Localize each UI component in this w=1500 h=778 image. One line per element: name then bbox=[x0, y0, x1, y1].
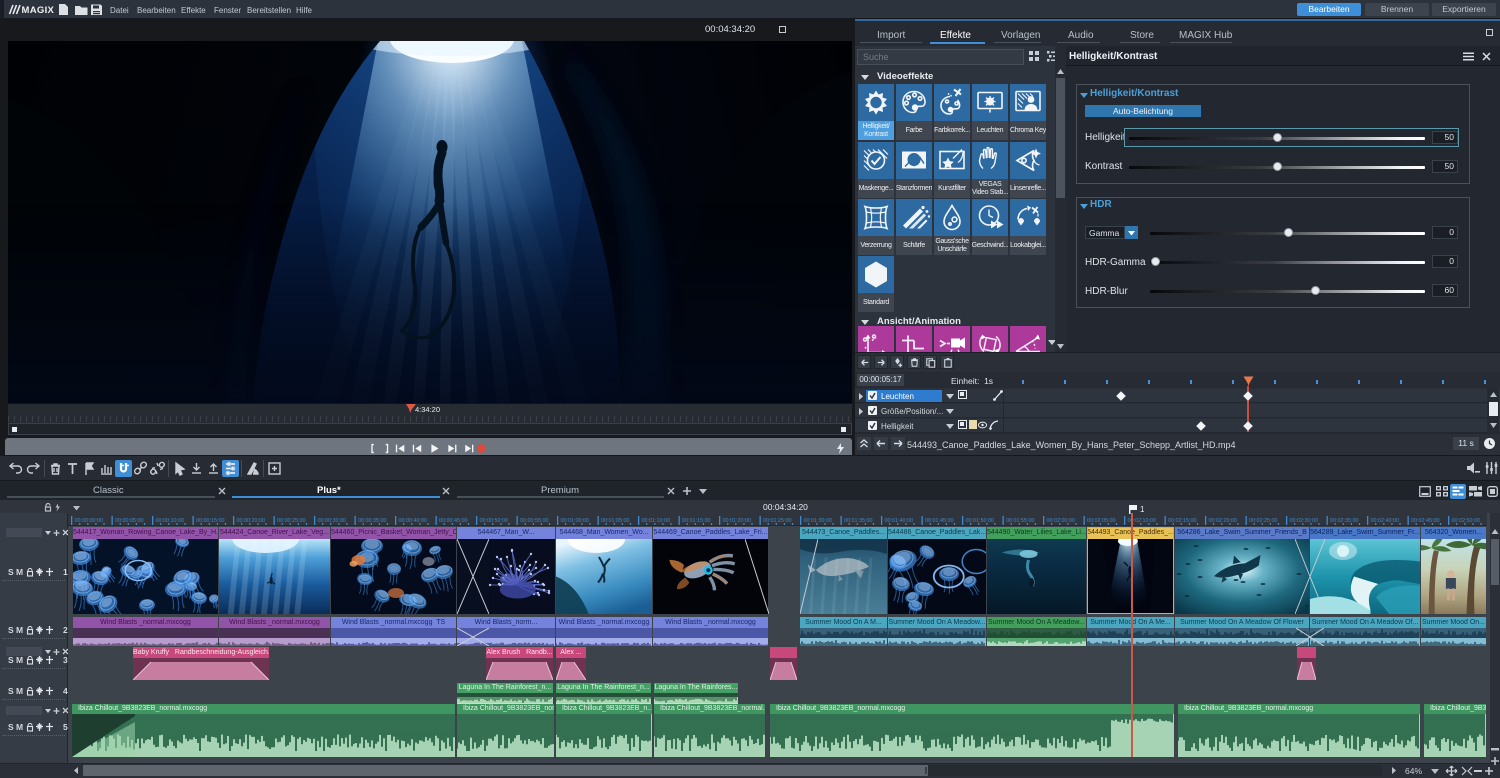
svg-text:00:01:00:00: 00:01:00:00 bbox=[561, 518, 589, 524]
svg-text:00:02:35:00: 00:02:35:00 bbox=[1330, 518, 1358, 524]
svg-text:00:00:35:00: 00:00:35:00 bbox=[358, 518, 386, 524]
svg-text:S: S bbox=[8, 686, 14, 696]
svg-text:00:01:30:00: 00:01:30:00 bbox=[804, 518, 832, 524]
svg-text:5: 5 bbox=[63, 722, 68, 732]
svg-text:00:00:10:00: 00:00:10:00 bbox=[156, 518, 184, 524]
svg-text:00:00:45:00: 00:00:45:00 bbox=[439, 518, 467, 524]
svg-text:00:00:50:00: 00:00:50:00 bbox=[480, 518, 508, 524]
svg-text:00:01:50:00: 00:01:50:00 bbox=[966, 518, 994, 524]
svg-text:00:02:00:00: 00:02:00:00 bbox=[1047, 518, 1075, 524]
svg-text:1: 1 bbox=[1140, 505, 1145, 514]
svg-text:2: 2 bbox=[63, 625, 68, 635]
svg-text:00:02:40:00: 00:02:40:00 bbox=[1371, 518, 1399, 524]
svg-text:M: M bbox=[16, 567, 23, 577]
svg-text:00:02:15:00: 00:02:15:00 bbox=[1168, 518, 1196, 524]
svg-text:00:00:00:00: 00:00:00:00 bbox=[75, 518, 103, 524]
svg-text:M: M bbox=[16, 686, 23, 696]
svg-text:00:01:40:00: 00:01:40:00 bbox=[885, 518, 913, 524]
svg-text:00:01:05:00: 00:01:05:00 bbox=[601, 518, 629, 524]
svg-text:00:00:25:00: 00:00:25:00 bbox=[277, 518, 305, 524]
svg-text:3: 3 bbox=[63, 655, 68, 665]
svg-text:00:00:05:00: 00:00:05:00 bbox=[115, 518, 143, 524]
svg-text:00:01:35:00: 00:01:35:00 bbox=[844, 518, 872, 524]
svg-text:00:01:45:00: 00:01:45:00 bbox=[925, 518, 953, 524]
svg-text:00:02:25:00: 00:02:25:00 bbox=[1249, 518, 1277, 524]
svg-text:M: M bbox=[16, 655, 23, 665]
svg-text:S: S bbox=[8, 625, 14, 635]
svg-text:00:02:50:00: 00:02:50:00 bbox=[1452, 518, 1480, 524]
svg-text:MAGIX: MAGIX bbox=[22, 5, 55, 16]
svg-text:00:00:40:00: 00:00:40:00 bbox=[399, 518, 427, 524]
svg-text:00:01:15:00: 00:01:15:00 bbox=[682, 518, 710, 524]
svg-text:S: S bbox=[8, 655, 14, 665]
svg-text:00:01:10:00: 00:01:10:00 bbox=[642, 518, 670, 524]
svg-text:00:02:45:00: 00:02:45:00 bbox=[1411, 518, 1439, 524]
svg-text:M: M bbox=[16, 722, 23, 732]
svg-text:00:01:55:00: 00:01:55:00 bbox=[1006, 518, 1034, 524]
svg-text:00:02:30:00: 00:02:30:00 bbox=[1290, 518, 1318, 524]
svg-text:1: 1 bbox=[63, 567, 68, 577]
svg-text:00:01:20:00: 00:01:20:00 bbox=[723, 518, 751, 524]
svg-text:4: 4 bbox=[63, 686, 68, 696]
svg-text:4:34:20: 4:34:20 bbox=[415, 405, 440, 414]
svg-text:00:00:30:00: 00:00:30:00 bbox=[318, 518, 346, 524]
svg-text:00:01:25:00: 00:01:25:00 bbox=[763, 518, 791, 524]
svg-text:M: M bbox=[16, 625, 23, 635]
svg-text:S: S bbox=[8, 567, 14, 577]
svg-text:00:00:15:00: 00:00:15:00 bbox=[196, 518, 224, 524]
svg-text:S: S bbox=[8, 722, 14, 732]
svg-text:00:02:05:00: 00:02:05:00 bbox=[1087, 518, 1115, 524]
svg-text:00:00:20:00: 00:00:20:00 bbox=[237, 518, 265, 524]
svg-text:00:00:55:00: 00:00:55:00 bbox=[520, 518, 548, 524]
svg-text:00:02:20:00: 00:02:20:00 bbox=[1209, 518, 1237, 524]
